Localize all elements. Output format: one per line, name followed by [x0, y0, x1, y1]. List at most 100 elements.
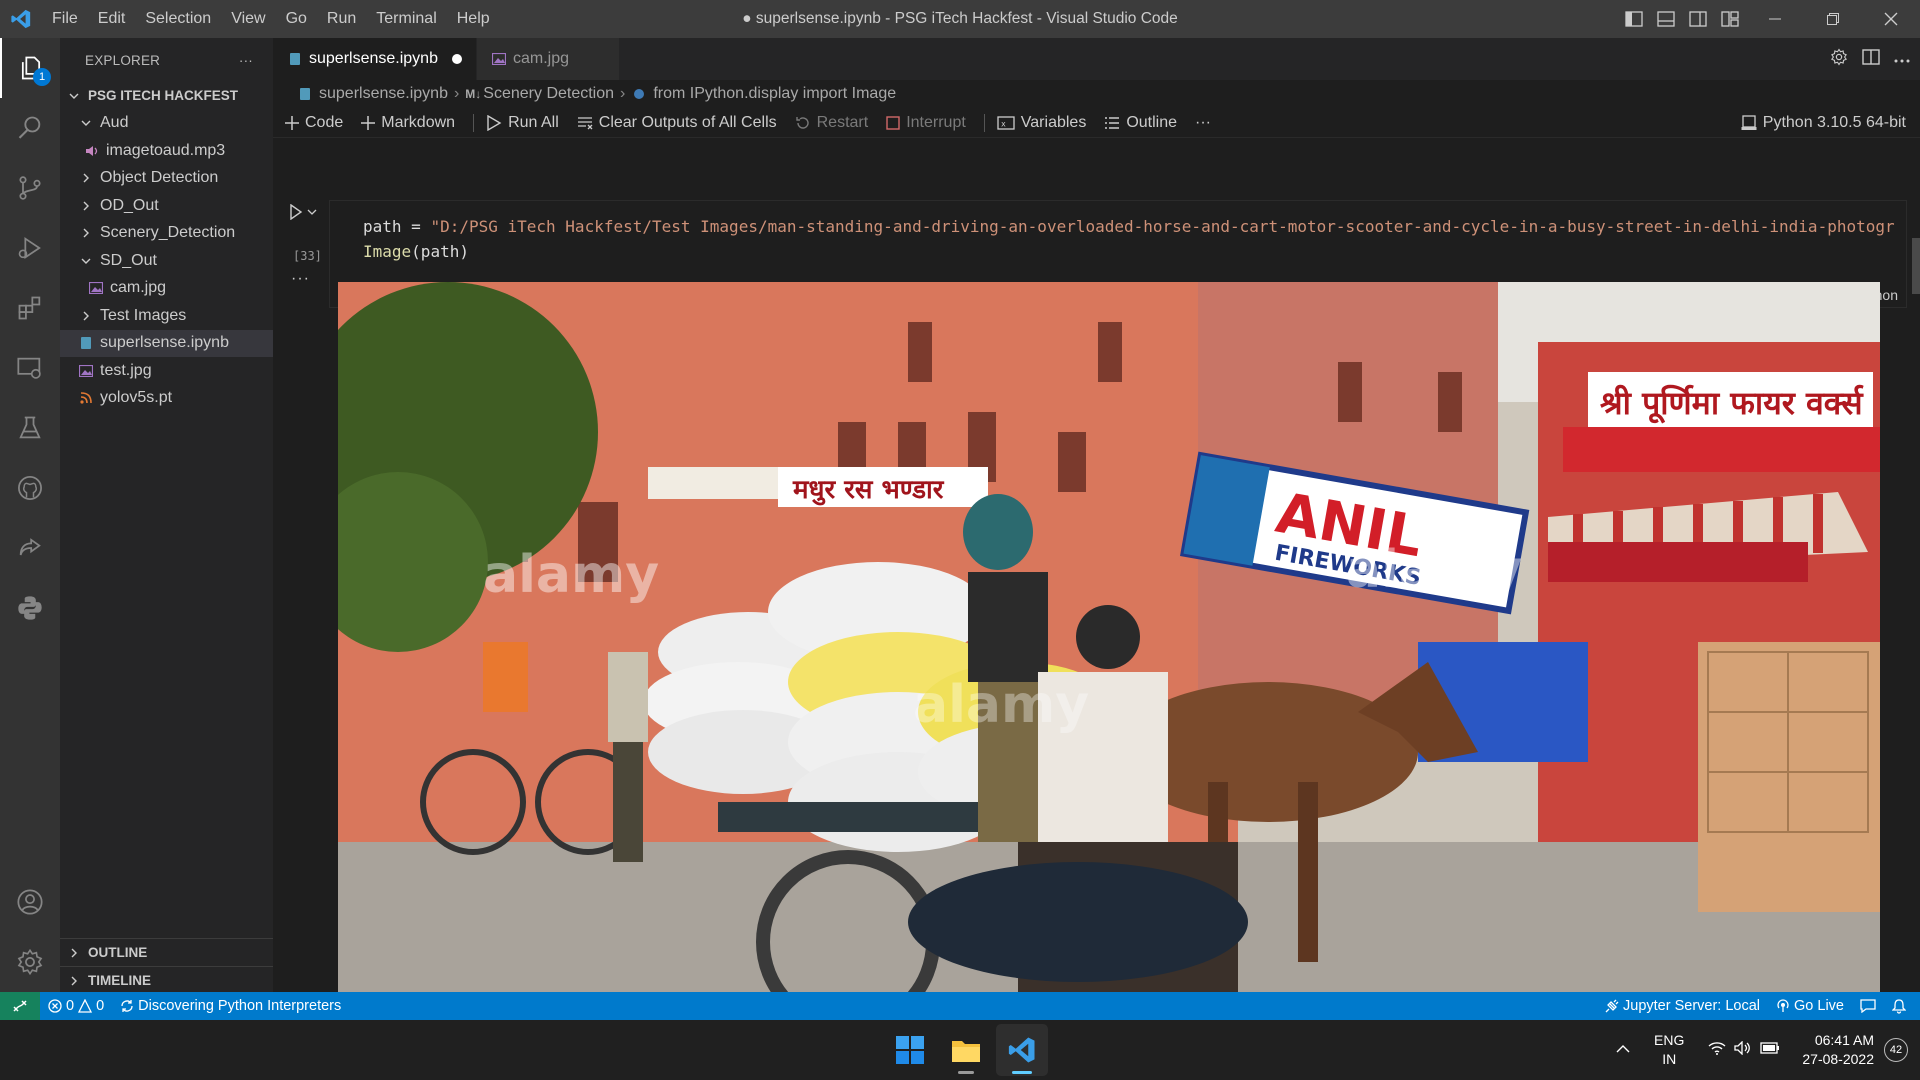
- kernel-picker[interactable]: Python 3.10.5 64-bit: [1741, 108, 1906, 138]
- workspace-root[interactable]: PSG ITECH HACKFEST: [60, 82, 273, 110]
- title-controls: [1618, 0, 1920, 38]
- feedback-icon[interactable]: [1852, 999, 1884, 1013]
- breadcrumb: superlsense.ipynb › M↓ Scenery Detection…: [273, 80, 1920, 108]
- menu-selection[interactable]: Selection: [135, 0, 221, 38]
- split-editor-icon[interactable]: [1862, 48, 1880, 70]
- file-superlsense-ipynb[interactable]: superlsense.ipynb: [60, 329, 273, 357]
- clear-outputs-button[interactable]: Clear Outputs of All Cells: [577, 114, 777, 132]
- chevron-right-icon: ›: [620, 85, 626, 102]
- folder-object-detection[interactable]: Object Detection: [60, 165, 273, 193]
- code-string: "D:/PSG iTech Hackfest/Test Images/man-s…: [430, 217, 1895, 236]
- problems-indicator[interactable]: 0 0: [40, 998, 112, 1014]
- code-editor[interactable]: path = "D:/PSG iTech Hackfest/Test Image…: [330, 201, 1905, 264]
- file-explorer-icon[interactable]: [940, 1024, 992, 1076]
- github-icon[interactable]: [0, 458, 60, 518]
- breadcrumb-symbol[interactable]: from IPython.display import Image: [653, 85, 896, 103]
- vertical-scrollbar[interactable]: [1912, 238, 1920, 294]
- plus-icon: [361, 115, 376, 130]
- breadcrumb-file[interactable]: superlsense.ipynb: [319, 85, 448, 103]
- manage-gear-icon[interactable]: [0, 932, 60, 992]
- python-icon[interactable]: [0, 578, 60, 638]
- notification-count-badge[interactable]: 42: [1884, 1038, 1908, 1062]
- file-test-jpg[interactable]: test.jpg: [60, 357, 273, 385]
- minimize-button[interactable]: [1746, 0, 1804, 38]
- extensions-icon[interactable]: [0, 278, 60, 338]
- battery-icon[interactable]: [1760, 1041, 1780, 1059]
- run-all-button[interactable]: Run All: [486, 114, 559, 132]
- menu-go[interactable]: Go: [276, 0, 317, 38]
- toggle-primary-sidebar-icon[interactable]: [1618, 0, 1650, 38]
- code-function: Image: [363, 242, 412, 261]
- add-code-label: Code: [305, 113, 344, 131]
- file-yolov5s-pt[interactable]: yolov5s.pt: [60, 385, 273, 413]
- code-token: (path): [411, 242, 469, 261]
- chevron-right-icon: [66, 975, 82, 987]
- menu-view[interactable]: View: [221, 0, 275, 38]
- remote-explorer-icon[interactable]: [0, 338, 60, 398]
- notifications-bell-icon[interactable]: [1884, 998, 1914, 1014]
- file-imagetoaud[interactable]: imagetoaud.mp3: [60, 137, 273, 165]
- jupyter-server-status[interactable]: Jupyter Server: Local: [1597, 998, 1768, 1014]
- add-code-button[interactable]: Code: [285, 114, 343, 132]
- interrupt-label: Interrupt: [906, 113, 966, 131]
- toolbar-more-button[interactable]: ···: [1195, 114, 1211, 132]
- file-cam-jpg[interactable]: cam.jpg: [60, 275, 273, 303]
- source-control-icon[interactable]: [0, 158, 60, 218]
- tab-cam-jpg[interactable]: cam.jpg: [476, 38, 620, 80]
- search-icon[interactable]: [0, 98, 60, 158]
- sync-icon: [121, 1000, 133, 1012]
- folder-aud[interactable]: Aud: [60, 110, 273, 138]
- customize-layout-icon[interactable]: [1714, 0, 1746, 38]
- unsaved-dot-icon[interactable]: [451, 54, 462, 64]
- go-live-button[interactable]: Go Live: [1768, 998, 1852, 1014]
- outline-button[interactable]: Outline: [1104, 114, 1177, 132]
- restart-button[interactable]: Restart: [795, 114, 868, 132]
- menu-help[interactable]: Help: [447, 0, 500, 38]
- code-token: =: [401, 217, 431, 236]
- explorer-more-button[interactable]: ···: [239, 53, 253, 68]
- add-markdown-button[interactable]: Markdown: [361, 114, 455, 132]
- restore-button[interactable]: [1804, 0, 1862, 38]
- input-language[interactable]: ENG IN: [1654, 1031, 1684, 1069]
- vscode-taskbar-icon[interactable]: [996, 1024, 1048, 1076]
- clock[interactable]: 06:41 AM 27-08-2022: [1802, 1031, 1874, 1069]
- close-window-button[interactable]: [1862, 0, 1920, 38]
- output-more-button[interactable]: ···: [291, 270, 310, 288]
- timeline-section[interactable]: TIMELINE: [60, 966, 273, 994]
- workspace-root-label: PSG ITECH HACKFEST: [88, 88, 239, 104]
- folder-test-images[interactable]: Test Images: [60, 302, 273, 330]
- menu-edit[interactable]: Edit: [88, 0, 136, 38]
- chevron-down-icon: [78, 255, 94, 267]
- folder-od-out[interactable]: OD_Out: [60, 192, 273, 220]
- accounts-icon[interactable]: [0, 872, 60, 932]
- chevron-right-icon: [78, 172, 94, 184]
- run-debug-icon[interactable]: [0, 218, 60, 278]
- breadcrumb-section[interactable]: Scenery Detection: [483, 85, 614, 103]
- menu-file[interactable]: File: [42, 0, 88, 38]
- testing-icon[interactable]: [0, 398, 60, 458]
- windows-start-icon[interactable]: [884, 1024, 936, 1076]
- tab-superlsense-ipynb[interactable]: superlsense.ipynb: [273, 38, 477, 80]
- wifi-icon[interactable]: [1708, 1041, 1726, 1060]
- volume-icon[interactable]: [1734, 1039, 1752, 1060]
- variables-button[interactable]: x Variables: [997, 114, 1086, 132]
- toggle-secondary-sidebar-icon[interactable]: [1682, 0, 1714, 38]
- live-share-icon[interactable]: [0, 518, 60, 578]
- folder-sd-out[interactable]: SD_Out: [60, 247, 273, 275]
- run-cell-button[interactable]: [289, 204, 317, 220]
- outline-section[interactable]: OUTLINE: [60, 938, 273, 966]
- running-indicator: [1012, 1071, 1032, 1074]
- folder-scenery-detection[interactable]: Scenery_Detection: [60, 220, 273, 248]
- explorer-icon[interactable]: 1: [0, 38, 60, 98]
- toggle-panel-icon[interactable]: [1650, 0, 1682, 38]
- menu-terminal[interactable]: Terminal: [366, 0, 446, 38]
- interpreter-status[interactable]: Discovering Python Interpreters: [112, 998, 349, 1014]
- chevron-down-icon[interactable]: [307, 208, 317, 216]
- notebook-settings-gear-icon[interactable]: [1830, 47, 1848, 71]
- interrupt-button[interactable]: Interrupt: [886, 114, 966, 132]
- remote-indicator-icon[interactable]: [0, 992, 40, 1020]
- chevron-right-icon: [78, 200, 94, 212]
- menu-run[interactable]: Run: [317, 0, 366, 38]
- more-actions-icon[interactable]: [1894, 50, 1910, 68]
- show-hidden-icons-chevron-up-icon[interactable]: [1616, 1041, 1630, 1059]
